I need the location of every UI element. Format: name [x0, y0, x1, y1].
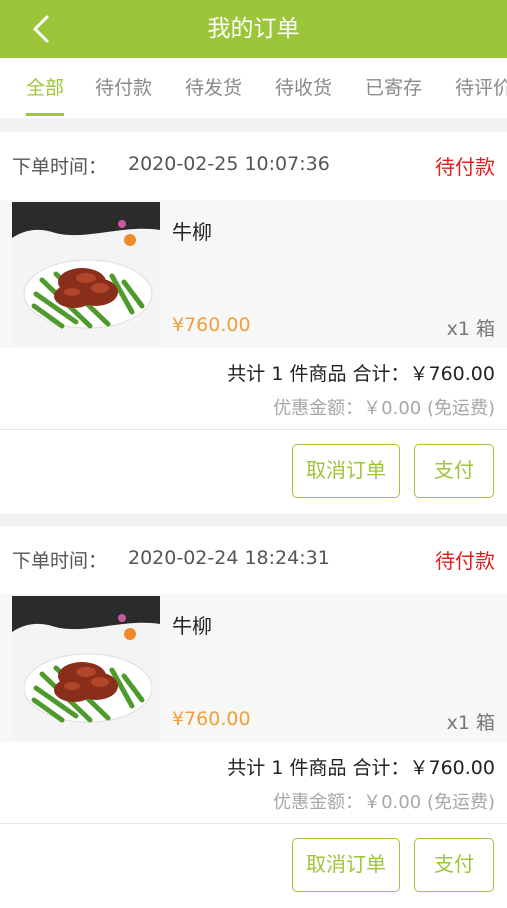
order-time-value: 2020-02-25 10:07:36	[128, 153, 330, 175]
divider	[0, 429, 507, 430]
pay-button[interactable]: 支付	[414, 838, 494, 892]
tab-pending-review[interactable]: 待评价	[455, 58, 507, 118]
tab-all[interactable]: 全部	[26, 58, 65, 118]
order-tabs: 全部 待付款 待发货 待收货 已寄存 待评价	[0, 58, 507, 118]
product-name: 牛柳	[172, 614, 212, 638]
product-thumbnail	[12, 202, 160, 346]
product-price: ¥760.00	[172, 314, 251, 336]
order-time-label: 下单时间：	[12, 550, 108, 572]
order-status: 待付款	[435, 549, 495, 573]
order-header: 下单时间： 2020-02-24 18:24:31 待付款	[0, 526, 507, 594]
product-quantity: x1 箱	[446, 712, 495, 734]
order-card: 下单时间： 2020-02-24 18:24:31 待付款 牛柳 ¥760.00…	[0, 526, 507, 908]
order-summary: 共计 1 件商品 合计：￥760.00	[227, 757, 495, 779]
order-time-label: 下单时间：	[12, 156, 108, 178]
order-discount: 优惠金额：￥0.00 (免运费)	[273, 792, 495, 813]
cancel-order-button[interactable]: 取消订单	[292, 444, 400, 498]
order-time-value: 2020-02-24 18:24:31	[128, 547, 330, 569]
order-item[interactable]: 牛柳 ¥760.00 x1 箱	[0, 594, 507, 742]
product-thumbnail	[12, 596, 160, 740]
order-summary: 共计 1 件商品 合计：￥760.00	[227, 363, 495, 385]
tab-pending-receipt[interactable]: 待收货	[275, 58, 332, 118]
order-card: 下单时间： 2020-02-25 10:07:36 待付款 牛柳 ¥760.00…	[0, 132, 507, 514]
top-bar: 我的订单	[0, 0, 507, 58]
order-discount: 优惠金额：￥0.00 (免运费)	[273, 398, 495, 419]
page-title: 我的订单	[207, 16, 300, 42]
product-price: ¥760.00	[172, 708, 251, 730]
pay-button[interactable]: 支付	[414, 444, 494, 498]
product-quantity: x1 箱	[446, 318, 495, 340]
tab-stored[interactable]: 已寄存	[365, 58, 422, 118]
order-item[interactable]: 牛柳 ¥760.00 x1 箱	[0, 200, 507, 348]
order-header: 下单时间： 2020-02-25 10:07:36 待付款	[0, 132, 507, 200]
order-status: 待付款	[435, 155, 495, 179]
cancel-order-button[interactable]: 取消订单	[292, 838, 400, 892]
tab-pending-payment[interactable]: 待付款	[95, 58, 152, 118]
divider	[0, 823, 507, 824]
product-name: 牛柳	[172, 220, 212, 244]
tab-pending-shipment[interactable]: 待发货	[185, 58, 242, 118]
